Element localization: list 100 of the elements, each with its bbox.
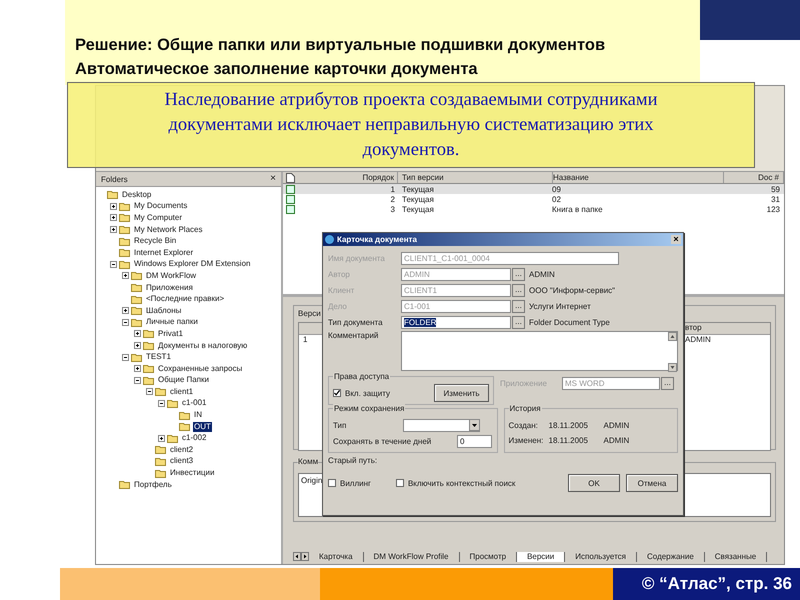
slide-title: Решение: Общие папки или виртуальные подшивки документов	[75, 35, 606, 56]
table-cell-text: Текущая	[401, 184, 435, 194]
expander-icon[interactable]	[134, 365, 141, 372]
expander-icon[interactable]	[122, 307, 129, 314]
dialog-button[interactable]: OK	[568, 474, 620, 492]
column-header[interactable]: Doc #	[724, 172, 784, 183]
column-header[interactable]: Порядок	[298, 172, 398, 183]
expander-icon[interactable]	[134, 376, 141, 384]
tree-item[interactable]: DM WorkFlow	[145, 270, 198, 281]
column-header[interactable]: втор	[685, 323, 770, 334]
table-cell-text: 2	[390, 194, 396, 204]
close-button[interactable]: ×	[671, 235, 681, 244]
tree-item[interactable]: <Последние правки>	[145, 294, 226, 304]
table-cell: 1	[303, 335, 308, 344]
tab[interactable]: DM WorkFlow Profile	[364, 552, 460, 562]
folder-icon	[131, 306, 142, 316]
expander-icon[interactable]	[122, 318, 129, 326]
expander-icon[interactable]	[122, 272, 129, 280]
app-icon	[325, 235, 334, 244]
tree-item[interactable]: Internet Explorer	[133, 248, 194, 258]
tree-item[interactable]: Портфель	[133, 480, 173, 490]
folder-icon	[155, 445, 166, 454]
tab[interactable]: Связанные	[704, 552, 768, 562]
checkbox[interactable]	[333, 389, 341, 397]
field-label: Тип документа	[328, 318, 384, 326]
tree-item[interactable]: IN	[193, 410, 203, 420]
list-row[interactable]: 1 Текущая 09 59	[283, 184, 784, 194]
expander-icon[interactable]	[110, 260, 117, 268]
field-value: C1-001	[404, 302, 430, 310]
tree-item[interactable]: Recycle Bin	[133, 236, 178, 246]
tree-item[interactable]: TEST1	[145, 352, 172, 362]
folder-icon	[131, 294, 142, 304]
history-date: 18.11.2005	[548, 436, 589, 445]
group-label: Комм	[298, 457, 318, 466]
history-user: ADMIN	[604, 421, 630, 430]
comment-field[interactable]	[401, 331, 678, 371]
pane-title: Folders	[101, 174, 128, 184]
expander-icon[interactable]	[134, 342, 141, 350]
expander-icon[interactable]	[110, 214, 117, 222]
input-field[interactable]: FOLDER	[401, 316, 511, 328]
tree-item[interactable]: Документы в налоговую	[157, 340, 248, 351]
tree-item[interactable]: Windows Explorer DM Extension	[133, 259, 252, 270]
folder-icon	[179, 422, 190, 432]
tree-item[interactable]: Личные папки	[145, 317, 199, 328]
tree-item[interactable]: Сохраненные запросы	[157, 364, 244, 374]
scrollbar-icon[interactable]	[668, 332, 677, 372]
tree-item[interactable]: Desktop	[121, 190, 152, 200]
tree-item[interactable]: client3	[169, 456, 194, 466]
checkbox[interactable]	[396, 479, 404, 487]
folder-icon	[131, 318, 142, 327]
tab[interactable]: Версии	[517, 552, 566, 562]
tree-item[interactable]: Общие Папки	[157, 375, 210, 386]
expander-icon[interactable]	[110, 226, 117, 234]
tree-item[interactable]: My Computer	[133, 212, 184, 223]
tab[interactable]: Карточка	[309, 552, 364, 562]
checkbox[interactable]	[328, 479, 336, 487]
group-title: История	[508, 404, 542, 413]
expander-icon[interactable]	[110, 202, 117, 210]
days-field[interactable]: 0	[457, 434, 492, 448]
folder-icon	[131, 352, 142, 362]
folder-icon	[155, 468, 166, 478]
tree-item[interactable]: Privat1	[157, 328, 184, 339]
change-button[interactable]: Изменить	[434, 384, 489, 402]
table-cell-text: ADMIN	[685, 335, 712, 344]
expander-icon[interactable]	[122, 354, 129, 361]
expander-icon[interactable]	[158, 400, 165, 407]
expander-icon[interactable]	[146, 388, 153, 396]
folder-icon	[119, 225, 130, 234]
scroll-arrows-icon[interactable]	[293, 552, 309, 561]
folder-icon	[143, 364, 154, 374]
tab[interactable]: Используется	[565, 552, 638, 562]
tree-item[interactable]: My Network Places	[133, 224, 204, 235]
dialog-button[interactable]: Отмена	[626, 474, 678, 492]
checkbox-label: Вкл. защиту	[345, 388, 390, 398]
group-label: Верси	[298, 309, 321, 318]
folder-icon	[155, 387, 166, 396]
close-button[interactable]: ×	[270, 174, 276, 184]
table-cell-text: Текущая	[401, 194, 435, 204]
field-label: Имя документа	[328, 254, 386, 262]
list-row[interactable]: 3 Текущая Книга в папке 123	[283, 204, 784, 214]
tree-item[interactable]: Инвестиции	[169, 468, 216, 478]
tree-item[interactable]: Шаблоны	[145, 306, 182, 316]
list-row[interactable]: 2 Текущая 02 31	[283, 194, 784, 204]
tree-item[interactable]: client2	[169, 444, 194, 455]
column-header[interactable]: Название	[553, 172, 724, 183]
tree-item[interactable]: OUT	[193, 422, 212, 432]
tree-item[interactable]: c1-001	[181, 398, 208, 408]
folder-icon	[119, 248, 130, 258]
tab[interactable]: Содержание	[637, 552, 705, 562]
tree-item[interactable]: Приложения	[145, 282, 194, 293]
column-header[interactable]: Тип версии	[398, 172, 553, 183]
tree-item[interactable]: c1-002	[181, 433, 208, 444]
expander-icon[interactable]	[134, 330, 141, 338]
checkbox-label: Виллинг	[340, 478, 371, 488]
expander-icon[interactable]	[158, 434, 165, 442]
browse-button[interactable]: ...	[512, 316, 525, 328]
table-cell-text: 09	[552, 184, 562, 194]
tree-item[interactable]: client1	[169, 386, 194, 397]
tree-item[interactable]: My Documents	[133, 201, 188, 212]
field-label: Комментарий	[328, 331, 380, 342]
